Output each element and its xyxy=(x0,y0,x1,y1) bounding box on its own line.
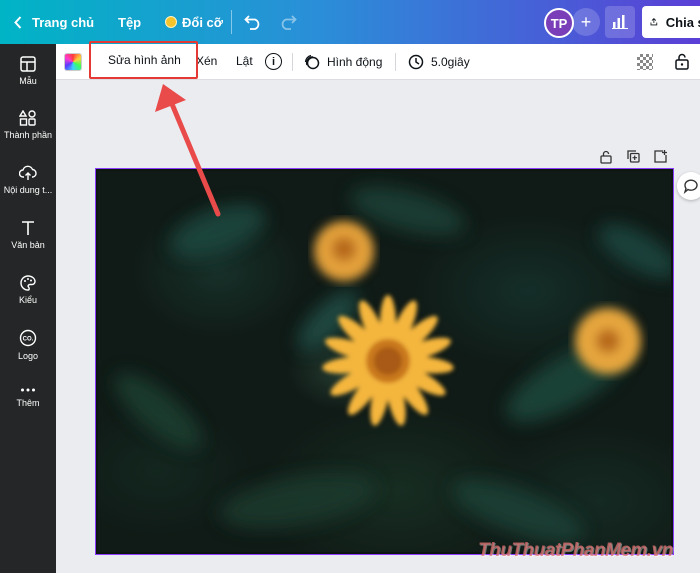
flip-button[interactable]: Lật xyxy=(236,54,253,68)
file-menu-button[interactable]: Tệp xyxy=(118,0,141,44)
comment-button[interactable] xyxy=(677,172,700,200)
sidebar-label-text: Văn bản xyxy=(11,240,45,250)
palette-icon xyxy=(20,275,36,291)
left-sidebar: Mẫu Thành phần Nội dung t... Văn bản Kiể… xyxy=(0,44,56,573)
annotation-highlight-box xyxy=(89,41,198,79)
resize-label: Đổi cỡ xyxy=(182,14,224,30)
back-home-label: Trang chủ xyxy=(32,14,95,30)
sidebar-item-text[interactable]: Văn bản xyxy=(0,220,56,250)
add-page-icon[interactable] xyxy=(654,150,667,163)
sidebar-label-elements: Thành phần xyxy=(3,130,53,140)
watermark-text: ThuThuatPhanMem.vn xyxy=(478,540,673,561)
redo-icon xyxy=(281,15,297,30)
flower-photo[interactable] xyxy=(98,171,673,552)
share-upload-icon xyxy=(650,18,658,26)
page-lock-icon[interactable] xyxy=(600,150,612,164)
resize-button[interactable]: Đổi cỡ xyxy=(165,0,223,44)
back-home-button[interactable]: Trang chủ xyxy=(14,0,94,44)
top-bar: Trang chủ Tệp Đổi cỡ TP + Chia sẻ xyxy=(0,0,700,44)
sidebar-item-elements[interactable]: Thành phần xyxy=(0,110,56,140)
annotation-arrow xyxy=(155,84,221,217)
chevron-left-icon xyxy=(14,15,22,29)
toolbar-divider xyxy=(395,53,396,71)
duplicate-page-icon[interactable] xyxy=(627,150,640,163)
share-button[interactable]: Chia sẻ xyxy=(642,6,700,38)
crown-icon xyxy=(165,16,177,28)
undo-button[interactable] xyxy=(244,0,262,44)
crop-button[interactable]: Xén xyxy=(196,54,217,68)
sidebar-item-uploads[interactable]: Nội dung t... xyxy=(0,165,56,195)
elements-icon xyxy=(19,110,36,126)
sidebar-label-styles: Kiểu xyxy=(18,295,37,305)
user-avatar[interactable]: TP xyxy=(544,8,574,38)
upload-icon xyxy=(19,165,37,180)
design-page[interactable] xyxy=(95,168,674,555)
share-label: Chia sẻ xyxy=(665,14,700,30)
sidebar-label-more: Thêm xyxy=(16,398,40,408)
template-icon xyxy=(20,56,36,72)
lock-icon xyxy=(675,53,689,70)
sidebar-label-templates: Mẫu xyxy=(19,76,37,86)
toolbar-divider xyxy=(292,53,293,71)
sidebar-item-styles[interactable]: Kiểu xyxy=(0,275,56,305)
bar-chart-icon xyxy=(612,15,628,29)
topbar-divider xyxy=(231,10,232,34)
svg-text:CO.: CO. xyxy=(23,337,34,343)
undo-icon xyxy=(244,15,260,30)
animate-icon xyxy=(304,54,320,70)
insights-button[interactable] xyxy=(605,6,635,38)
duration-label: 5.0giây xyxy=(431,55,470,69)
more-icon xyxy=(21,388,35,392)
sidebar-item-templates[interactable]: Mẫu xyxy=(0,56,56,86)
clock-icon xyxy=(408,54,424,70)
file-menu-label: Tệp xyxy=(118,14,142,30)
add-member-button[interactable]: + xyxy=(572,8,600,36)
flower-illustration xyxy=(113,186,673,543)
sidebar-label-logo: Logo xyxy=(17,351,39,361)
redo-button[interactable] xyxy=(279,0,297,44)
text-icon xyxy=(22,221,34,235)
duration-button[interactable]: 5.0giây xyxy=(408,52,470,72)
sidebar-item-more[interactable]: Thêm xyxy=(0,386,56,408)
animate-button[interactable]: Hình động xyxy=(304,52,382,72)
sidebar-item-logo[interactable]: CO. Logo xyxy=(0,329,56,361)
color-picker-button[interactable] xyxy=(64,53,82,71)
comment-icon xyxy=(683,179,698,194)
lock-button[interactable] xyxy=(674,53,690,75)
animate-label: Hình động xyxy=(327,55,383,69)
transparency-icon[interactable] xyxy=(637,54,653,70)
info-button[interactable]: i xyxy=(265,53,282,70)
sidebar-label-uploads: Nội dung t... xyxy=(3,185,53,195)
logo-icon: CO. xyxy=(19,329,37,347)
